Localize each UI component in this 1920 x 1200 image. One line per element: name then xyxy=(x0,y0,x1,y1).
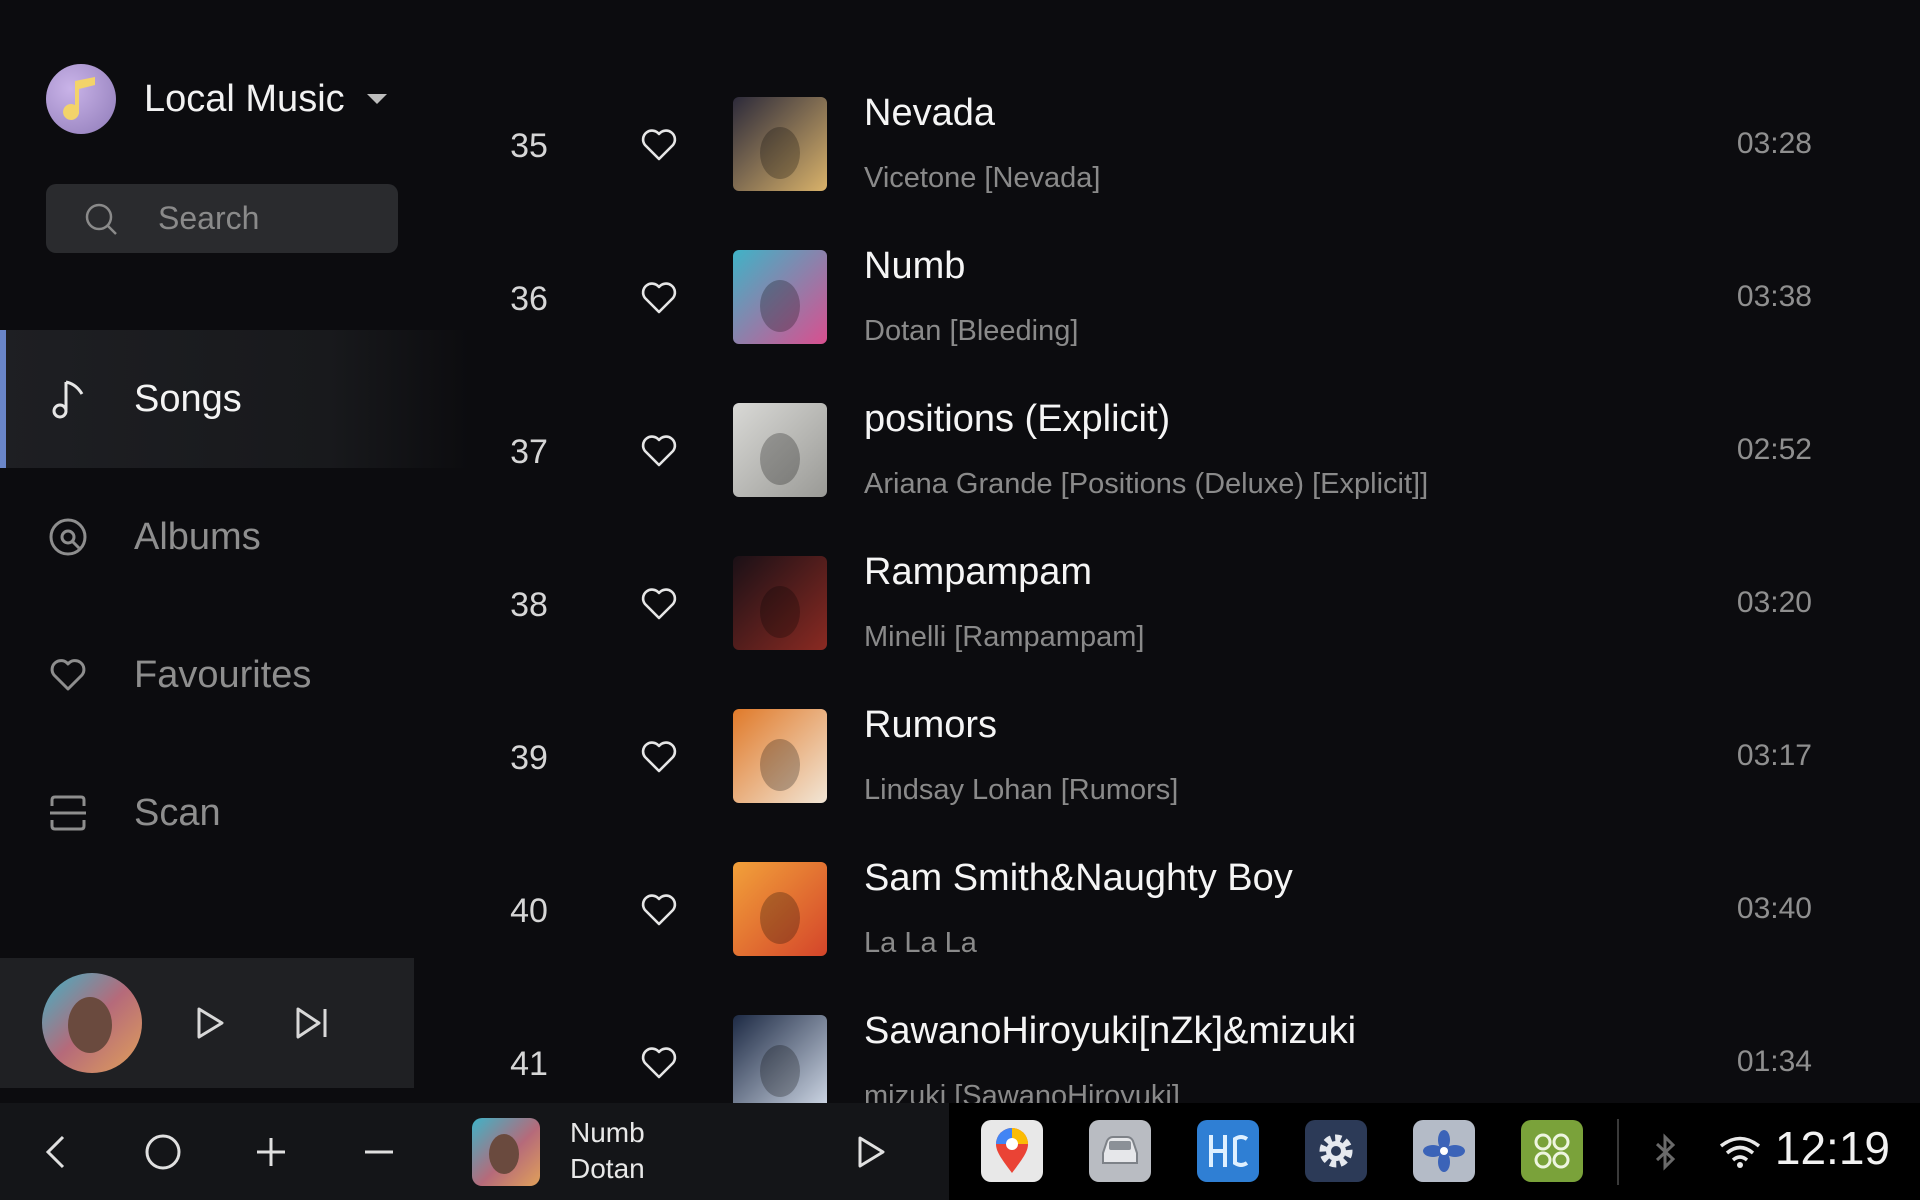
song-duration: 02:52 xyxy=(1736,433,1812,466)
album-cover-icon[interactable] xyxy=(42,973,142,1073)
album-art xyxy=(733,709,827,803)
song-artist-album: Minelli [Rampampam] xyxy=(864,621,1145,653)
maps-icon[interactable] xyxy=(981,1120,1043,1182)
next-track-button[interactable] xyxy=(290,1001,334,1045)
song-title: Rampampam xyxy=(864,551,1093,593)
sidebar-item-label: Albums xyxy=(134,515,261,558)
sidebar-item-label: Songs xyxy=(134,377,242,420)
search-input[interactable]: Search xyxy=(46,184,398,253)
song-row[interactable]: 40 Sam Smith&Naughty Boy La La La 03:40 xyxy=(470,857,1920,1015)
album-art xyxy=(733,403,827,497)
song-artist-album: mizuki [SawanoHiroyuki] xyxy=(864,1080,1180,1103)
search-placeholder: Search xyxy=(158,200,260,236)
volume-up-button[interactable] xyxy=(246,1127,296,1177)
sidebar: Local Music Search Songs Albums Favourit… xyxy=(0,0,470,1103)
song-title: Rumors xyxy=(864,704,998,746)
song-duration: 03:38 xyxy=(1736,280,1812,313)
home-button[interactable] xyxy=(138,1127,188,1177)
track-number: 37 xyxy=(510,433,548,471)
now-playing-artist: Dotan xyxy=(570,1153,645,1184)
sidebar-item-songs[interactable]: Songs xyxy=(0,330,470,468)
song-title: Sam Smith&Naughty Boy xyxy=(864,857,1293,899)
mini-player xyxy=(0,958,414,1088)
favourite-heart-icon[interactable] xyxy=(640,434,678,472)
favourite-heart-icon[interactable] xyxy=(640,281,678,319)
bluetooth-icon[interactable] xyxy=(1641,1127,1691,1177)
back-button[interactable] xyxy=(30,1127,80,1177)
sidebar-item-label: Favourites xyxy=(134,653,312,696)
sidebar-nav: Songs Albums Favourites Scan xyxy=(0,330,470,882)
song-title: SawanoHiroyuki[nZk]&mizuki xyxy=(864,1010,1357,1052)
music-source-label: Local Music xyxy=(144,77,345,120)
song-row[interactable]: 38 Rampampam Minelli [Rampampam] 03:20 xyxy=(470,551,1920,709)
car-icon[interactable] xyxy=(1089,1120,1151,1182)
song-duration: 03:28 xyxy=(1736,127,1812,160)
heart-icon xyxy=(48,655,88,695)
favourite-heart-icon[interactable] xyxy=(640,740,678,778)
song-title: Numb xyxy=(864,245,966,287)
album-art xyxy=(733,1015,827,1103)
favourite-heart-icon[interactable] xyxy=(640,128,678,166)
now-playing-cover[interactable] xyxy=(472,1118,540,1186)
sidebar-item-label: Scan xyxy=(134,791,221,834)
apps-grid-icon[interactable] xyxy=(1521,1120,1583,1182)
wifi-icon[interactable] xyxy=(1715,1127,1765,1177)
track-number: 36 xyxy=(510,280,548,318)
music-note-icon xyxy=(46,64,116,134)
system-bar-left: Numb Dotan xyxy=(0,1103,949,1200)
sidebar-item-scan[interactable]: Scan xyxy=(0,744,470,882)
song-duration: 01:34 xyxy=(1736,1045,1812,1078)
song-row[interactable]: 37 positions (Explicit) Ariana Grande [Pos… xyxy=(470,398,1920,556)
clock: 12:19 xyxy=(1774,1122,1890,1174)
track-number: 39 xyxy=(510,739,548,777)
song-row[interactable]: 41 SawanoHiroyuki[nZk]&mizuki mizuki [Sawa… xyxy=(470,1010,1920,1103)
sidebar-item-albums[interactable]: Albums xyxy=(0,468,470,606)
song-title: Nevada xyxy=(864,92,995,134)
play-button[interactable] xyxy=(188,1001,232,1045)
song-artist-album: Vicetone [Nevada] xyxy=(864,162,1101,194)
song-row[interactable]: 39 Rumors Lindsay Lohan [Rumors] 03:17 xyxy=(470,704,1920,862)
divider xyxy=(1617,1119,1619,1185)
hc-app-icon[interactable] xyxy=(1197,1120,1259,1182)
track-number: 38 xyxy=(510,586,548,624)
fan-icon[interactable] xyxy=(1413,1120,1475,1182)
song-row[interactable]: 35 Nevada Vicetone [Nevada] 03:28 xyxy=(470,92,1920,250)
track-number: 41 xyxy=(510,1045,548,1083)
song-artist-album: Lindsay Lohan [Rumors] xyxy=(864,774,1179,806)
album-art xyxy=(733,97,827,191)
disc-icon xyxy=(48,517,88,557)
settings-icon[interactable] xyxy=(1305,1120,1367,1182)
song-duration: 03:17 xyxy=(1736,739,1812,772)
favourite-heart-icon[interactable] xyxy=(640,893,678,931)
song-artist-album: Ariana Grande [Positions (Deluxe) [Expli… xyxy=(864,468,1429,500)
sidebar-item-favourites[interactable]: Favourites xyxy=(0,606,470,744)
chevron-down-icon xyxy=(366,94,387,104)
music-source-selector[interactable]: Local Music xyxy=(46,64,387,134)
volume-down-button[interactable] xyxy=(354,1127,404,1177)
now-playing-title: Numb xyxy=(570,1117,645,1148)
song-artist-album: La La La xyxy=(864,927,977,959)
music-note-icon xyxy=(48,379,88,419)
album-art xyxy=(733,556,827,650)
track-number: 40 xyxy=(510,892,548,930)
scan-icon xyxy=(48,793,88,833)
favourite-heart-icon[interactable] xyxy=(640,1046,678,1084)
album-art xyxy=(733,862,827,956)
play-button[interactable] xyxy=(846,1127,896,1177)
song-title: positions (Explicit) xyxy=(864,398,1171,440)
search-icon xyxy=(85,203,117,235)
song-artist-album: Dotan [Bleeding] xyxy=(864,315,1079,347)
system-bar-right: 12:19 xyxy=(949,1103,1920,1200)
song-duration: 03:20 xyxy=(1736,586,1812,619)
song-list[interactable]: 35 Nevada Vicetone [Nevada] 03:28 36 Numb Dota… xyxy=(470,0,1920,1103)
song-row[interactable]: 36 Numb Dotan [Bleeding] 03:38 xyxy=(470,245,1920,403)
song-duration: 03:40 xyxy=(1736,892,1812,925)
album-art xyxy=(733,250,827,344)
track-number: 35 xyxy=(510,127,548,165)
favourite-heart-icon[interactable] xyxy=(640,587,678,625)
